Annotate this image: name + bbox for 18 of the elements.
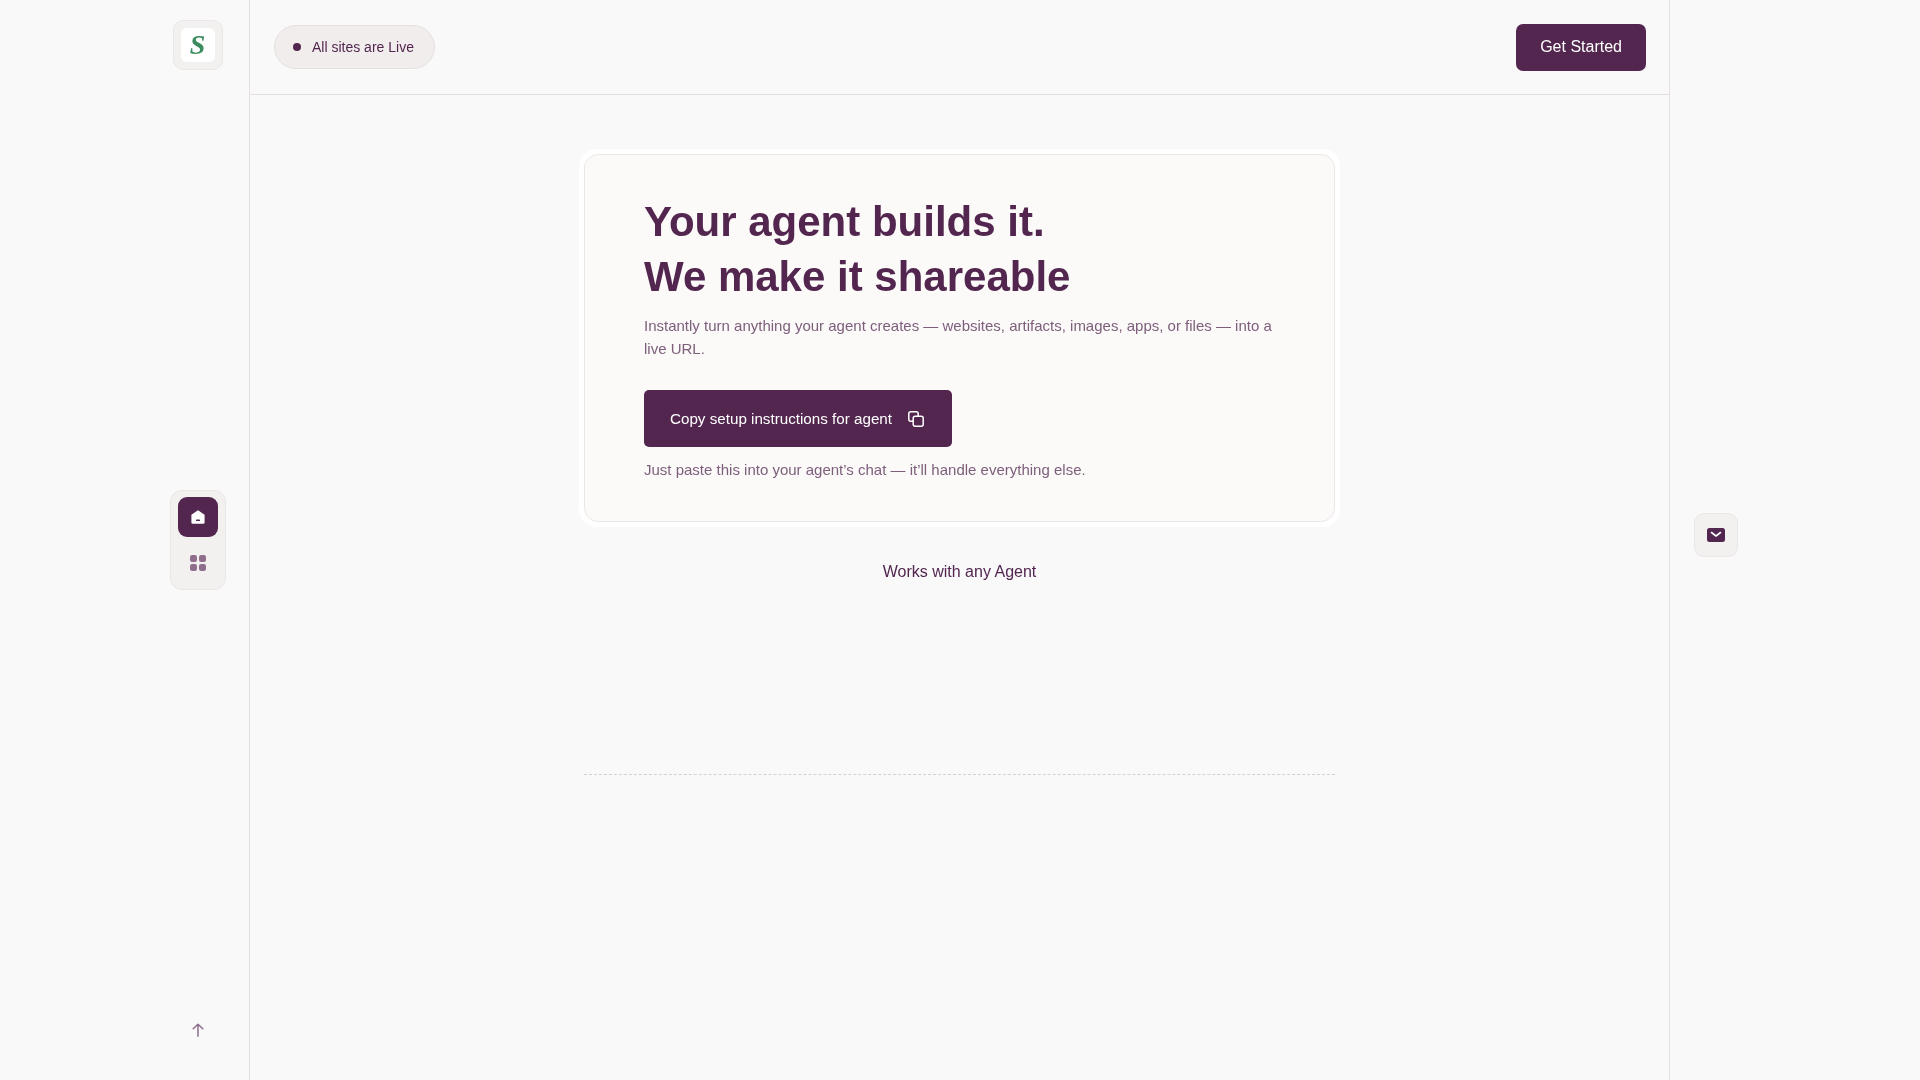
mail-button[interactable] xyxy=(1694,513,1738,557)
up-arrow-icon xyxy=(191,1023,204,1037)
helper-note: Just paste this into your agent’s chat — it’ll handle everything else. xyxy=(644,460,1087,480)
get-started-button[interactable]: Get Started xyxy=(1516,23,1646,71)
grid-icon xyxy=(189,555,206,571)
nav-button[interactable] xyxy=(177,497,218,537)
scroll-top-button[interactable] xyxy=(191,1023,204,1037)
mail-icon xyxy=(1707,528,1725,542)
headline: Your agent builds it. xyxy=(644,197,1045,247)
works-with-text: Works with any Agent xyxy=(882,562,1037,582)
home-icon xyxy=(189,509,206,525)
headline: We make it shareable xyxy=(644,252,1071,302)
description: Instantly turn anything your agent creates — websites, artifacts, images, apps, or files — into a live URL. xyxy=(644,316,1273,359)
copy-icon xyxy=(908,410,925,427)
status-text: All sites are Live xyxy=(312,39,414,55)
copy-instructions-button[interactable]: Copy setup instructions for agent xyxy=(644,390,953,447)
status-dot-icon xyxy=(293,43,301,51)
logo[interactable]: S xyxy=(172,20,223,70)
